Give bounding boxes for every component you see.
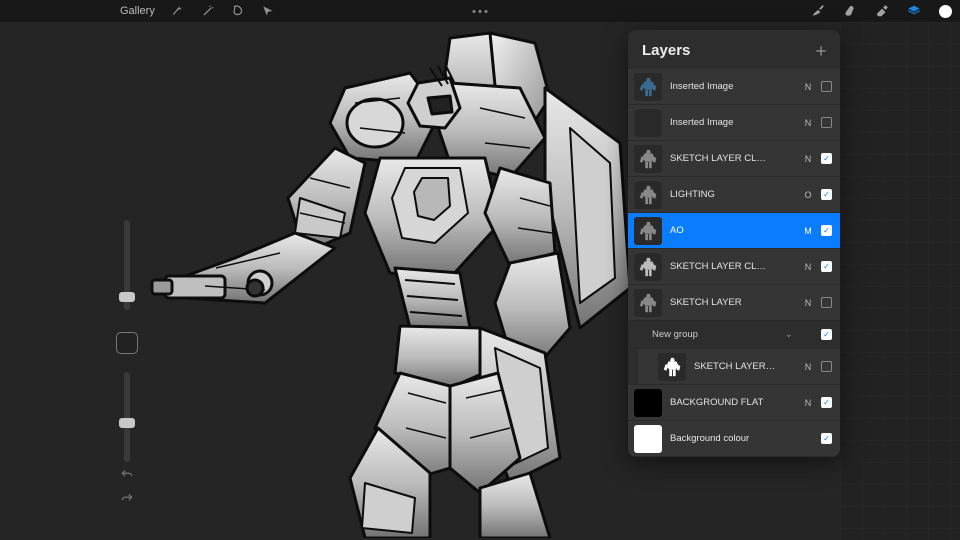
layer-thumbnail — [658, 353, 686, 381]
layer-name[interactable]: Inserted Image — [670, 117, 795, 128]
layers-panel: Layers Inserted Image N Inserted Image N SK… — [628, 30, 840, 457]
layer-blend-mode[interactable]: N — [803, 262, 813, 272]
layer-name[interactable]: LIGHTING — [670, 189, 795, 200]
layer-row[interactable]: BACKGROUND FLAT N — [628, 385, 840, 421]
layer-name[interactable]: SKETCH LAYER CL… — [670, 261, 795, 272]
layer-blend-mode[interactable]: N — [803, 82, 813, 92]
smudge-icon[interactable] — [843, 4, 857, 18]
redo-icon[interactable] — [120, 492, 134, 506]
layer-visibility-checkbox[interactable] — [821, 225, 832, 236]
brush-opacity-thumb[interactable] — [119, 418, 135, 428]
layer-thumbnail — [634, 425, 662, 453]
layer-blend-mode[interactable]: N — [803, 362, 813, 372]
brush-size-thumb[interactable] — [119, 292, 135, 302]
layer-blend-mode[interactable]: N — [803, 398, 813, 408]
undo-icon[interactable] — [120, 468, 134, 482]
layer-visibility-checkbox[interactable] — [821, 81, 832, 92]
layer-row[interactable]: SKETCH LAYER CL… N — [628, 141, 840, 177]
chevron-down-icon[interactable]: ⌄ — [785, 329, 793, 340]
toolbar-left: Gallery — [120, 4, 275, 18]
layer-row[interactable]: Inserted Image N — [628, 69, 840, 105]
layer-row[interactable]: LIGHTING O — [628, 177, 840, 213]
layer-name[interactable]: SKETCH LAYER CL… — [670, 153, 795, 164]
layer-blend-mode[interactable]: N — [803, 154, 813, 164]
layer-name[interactable]: SKETCH LAYER — [670, 297, 795, 308]
layer-name[interactable]: Background colour — [670, 433, 795, 444]
modify-menu-icon[interactable] — [473, 0, 488, 22]
brush-size-slider[interactable] — [124, 220, 130, 310]
left-slider-rail — [118, 220, 136, 466]
gallery-button[interactable]: Gallery — [120, 5, 155, 17]
layer-visibility-checkbox[interactable] — [821, 361, 832, 372]
layer-blend-mode[interactable]: N — [803, 118, 813, 128]
toolbar-right — [811, 4, 952, 18]
layer-name[interactable]: Inserted Image — [670, 81, 795, 92]
layer-row[interactable]: SKETCH LAYER… N — [628, 349, 840, 385]
layer-blend-mode[interactable]: O — [803, 190, 813, 200]
layers-icon[interactable] — [907, 4, 921, 18]
layer-visibility-checkbox[interactable] — [821, 153, 832, 164]
layer-visibility-checkbox[interactable] — [821, 397, 832, 408]
modifier-button[interactable] — [116, 332, 138, 354]
adjustments-icon[interactable] — [171, 4, 185, 18]
layer-thumbnail — [634, 289, 662, 317]
add-layer-icon[interactable] — [814, 44, 828, 58]
layer-row[interactable]: SKETCH LAYER CL… N — [628, 249, 840, 285]
layer-blend-mode[interactable]: N — [803, 298, 813, 308]
layer-name[interactable]: AO — [670, 225, 795, 236]
layer-visibility-checkbox[interactable] — [821, 117, 832, 128]
layer-row[interactable]: AO M — [628, 213, 840, 249]
top-toolbar: Gallery — [0, 0, 960, 22]
artwork-mech — [150, 28, 690, 538]
layer-visibility-checkbox[interactable] — [821, 433, 832, 444]
layer-thumbnail — [634, 253, 662, 281]
layer-visibility-checkbox[interactable] — [821, 261, 832, 272]
move-icon[interactable] — [261, 4, 275, 18]
canvas[interactable] — [150, 28, 690, 538]
layer-row[interactable]: SKETCH LAYER N — [628, 285, 840, 321]
undo-redo-group — [120, 468, 134, 506]
layer-thumbnail — [634, 109, 662, 137]
layer-thumbnail — [634, 217, 662, 245]
layer-blend-mode[interactable]: M — [803, 226, 813, 236]
layer-visibility-checkbox[interactable] — [821, 329, 832, 340]
layer-name[interactable]: BACKGROUND FLAT — [670, 397, 795, 408]
layer-row[interactable]: New group ⌄ — [628, 321, 840, 349]
brush-icon[interactable] — [811, 4, 825, 18]
color-swatch[interactable] — [939, 5, 952, 18]
layers-panel-header: Layers — [628, 30, 840, 69]
layer-name[interactable]: New group — [634, 329, 777, 340]
eraser-icon[interactable] — [875, 4, 889, 18]
layer-list: Inserted Image N Inserted Image N SKETCH LA… — [628, 69, 840, 457]
layer-visibility-checkbox[interactable] — [821, 297, 832, 308]
layer-name[interactable]: SKETCH LAYER… — [694, 361, 795, 372]
selection-icon[interactable] — [231, 4, 245, 18]
layer-thumbnail — [634, 73, 662, 101]
layer-thumbnail — [634, 389, 662, 417]
canvas-grid-background — [840, 0, 960, 540]
brush-opacity-slider[interactable] — [124, 372, 130, 462]
layer-visibility-checkbox[interactable] — [821, 189, 832, 200]
layer-row[interactable]: Inserted Image N — [628, 105, 840, 141]
layer-row[interactable]: Background colour — [628, 421, 840, 457]
layer-thumbnail — [634, 145, 662, 173]
wand-icon[interactable] — [201, 4, 215, 18]
layer-thumbnail — [634, 181, 662, 209]
layers-panel-title: Layers — [642, 42, 690, 59]
